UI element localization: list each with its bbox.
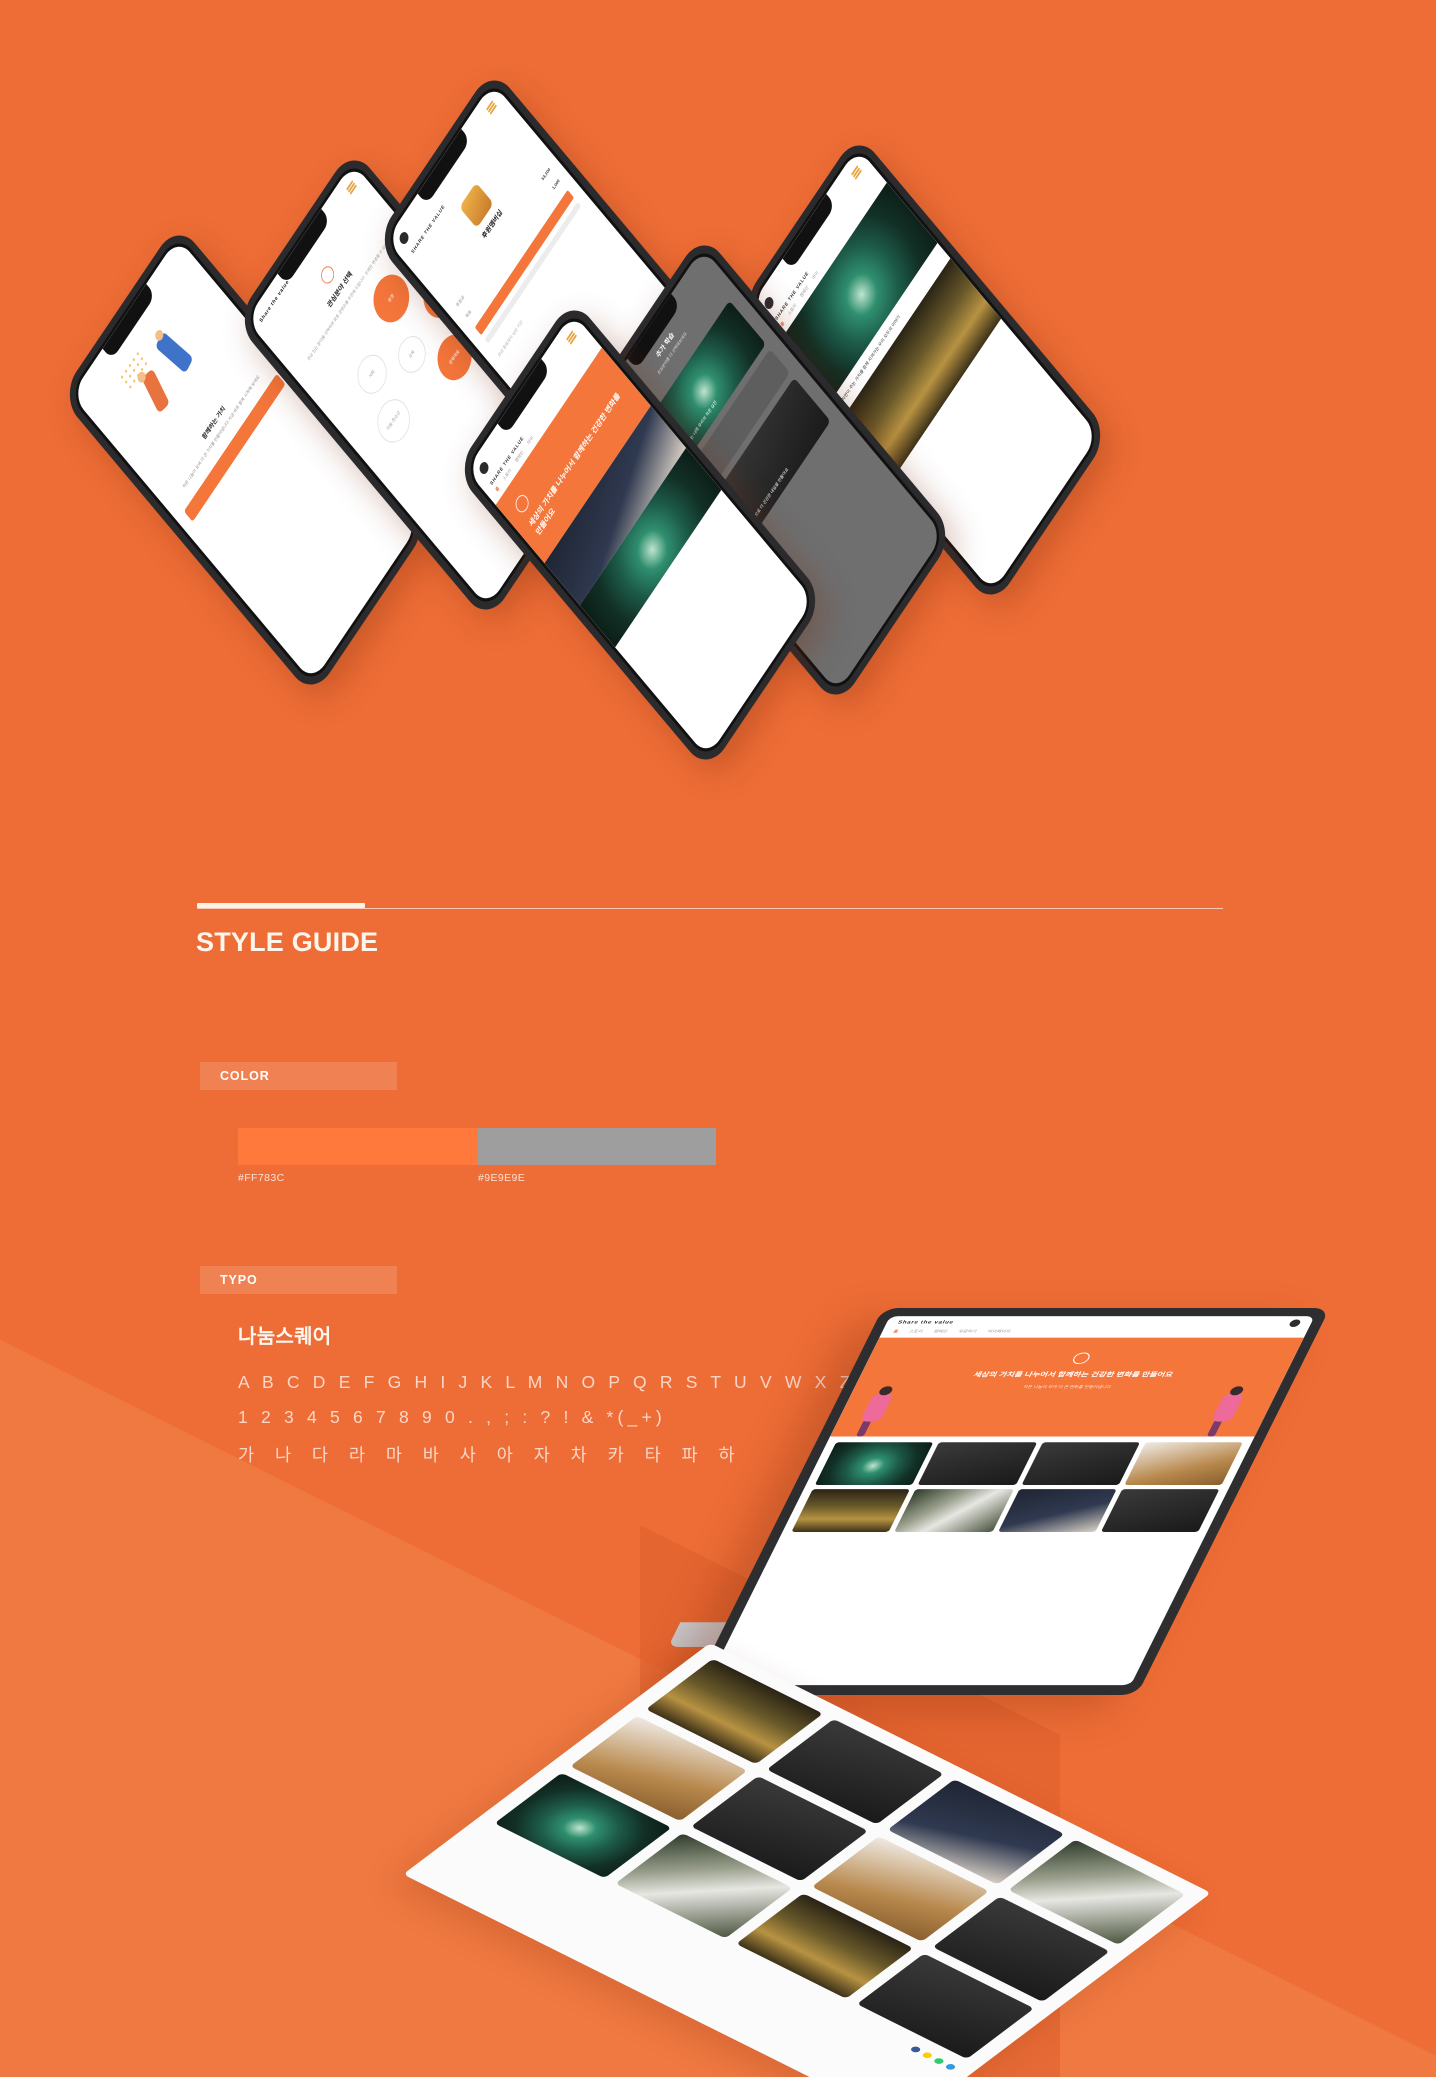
phone-mockup-cluster: 함께하는 가치 작은 나눔이 모여 더 큰 가치를 만들어냅니다 지금 바로 함… <box>0 0 1436 773</box>
naver-icon[interactable] <box>932 2057 946 2065</box>
website-gallery-grid <box>780 1436 1255 1537</box>
color-hex-label: #FF783C <box>238 1172 285 1184</box>
hero-title: 세상의 가치를 나누어서 함께하는 건강한 변화를 만들어요 <box>972 1370 1175 1379</box>
website-flowing-page <box>403 1643 1212 2077</box>
avatar[interactable] <box>477 459 491 477</box>
brand-ring-icon <box>1070 1352 1093 1365</box>
brand-ring-icon <box>512 491 532 516</box>
figure-head <box>877 1386 895 1396</box>
nav-item[interactable]: 후원하기 <box>957 1329 978 1334</box>
figure-leg <box>1206 1420 1223 1437</box>
nav-item[interactable]: 홈 <box>495 486 501 494</box>
stat-value: 1,000 <box>551 177 561 191</box>
facebook-icon[interactable] <box>909 2045 923 2054</box>
brand-wordmark: Share the value <box>896 1320 955 1326</box>
kakao-icon[interactable] <box>920 2051 934 2060</box>
gallery-item[interactable] <box>917 1442 1037 1486</box>
website-nav[interactable]: 홈 스토리 캠페인 후원하기 마이페이지 <box>879 1329 1308 1337</box>
color-swatch-gray <box>478 1128 716 1165</box>
menu-icon[interactable] <box>345 179 357 196</box>
typeface-name: 나눔스퀘어 <box>238 1326 332 1348</box>
laptop-lid: Share the value 홈 스토리 캠페인 후원하기 마이페이지 세상의… <box>690 1308 1330 1695</box>
nav-item[interactable]: 스토리 <box>908 1329 924 1334</box>
gallery-item[interactable] <box>894 1489 1014 1532</box>
menu-icon[interactable] <box>565 329 577 346</box>
gallery-item[interactable] <box>791 1489 911 1532</box>
hero-subtitle: 작은 나눔이 모여 더 큰 변화를 만들어냅니다 <box>1022 1384 1112 1389</box>
stat-key: 목표 <box>464 308 473 320</box>
website-hero: 세상의 가치를 나누어서 함께하는 건강한 변화를 만들어요 작은 나눔이 모여… <box>830 1337 1304 1437</box>
gallery-item[interactable] <box>1124 1442 1243 1486</box>
typo-specimen-numerals: 1 2 3 4 5 6 7 8 9 0 . , ; : ? ! & *(_+) <box>238 1407 666 1427</box>
website-header: Share the value <box>883 1316 1315 1330</box>
category-chip[interactable]: 교육 <box>392 328 432 381</box>
nav-item[interactable]: 마이페이지 <box>987 1329 1012 1334</box>
color-swatch-primary <box>238 1128 478 1165</box>
avatar[interactable] <box>397 229 411 247</box>
gallery-item[interactable] <box>1100 1489 1220 1532</box>
nav-item[interactable]: 홈 <box>892 1329 900 1334</box>
avatar[interactable] <box>1288 1319 1303 1327</box>
gallery-item[interactable] <box>997 1489 1117 1532</box>
gallery-item[interactable] <box>814 1442 934 1486</box>
category-chip[interactable]: 아동·청소년 <box>370 390 417 452</box>
laptop-screen: Share the value 홈 스토리 캠페인 후원하기 마이페이지 세상의… <box>706 1316 1315 1686</box>
typo-section-badge: TYPO <box>200 1266 397 1294</box>
color-section-badge: COLOR <box>200 1062 397 1090</box>
figure-head <box>1228 1386 1246 1396</box>
brand-ring-icon <box>318 262 337 288</box>
color-swatch-row <box>238 1128 716 1165</box>
typo-specimen-hangul: 가 나 다 라 마 바 사 아 자 차 카 타 파 하 <box>238 1445 743 1465</box>
figure-body <box>859 1393 894 1422</box>
style-guide-page: 함께하는 가치 작은 나눔이 모여 더 큰 가치를 만들어냅니다 지금 바로 함… <box>0 0 1436 2077</box>
gallery-item[interactable] <box>1020 1442 1140 1486</box>
page-title: STYLE GUIDE <box>196 927 379 957</box>
figure-leg <box>855 1420 872 1437</box>
category-chip[interactable]: 사회 <box>351 346 393 402</box>
nav-item[interactable]: 캠페인 <box>933 1329 949 1334</box>
menu-icon[interactable] <box>485 99 497 116</box>
figure-body <box>1210 1393 1245 1422</box>
color-hex-label: #9E9E9E <box>478 1172 526 1184</box>
twitter-icon[interactable] <box>944 2062 957 2071</box>
laptop-mockup: Share the value 홈 스토리 캠페인 후원하기 마이페이지 세상의… <box>403 1225 1430 2077</box>
section-rule-line <box>197 908 1223 910</box>
menu-icon[interactable] <box>850 164 862 181</box>
